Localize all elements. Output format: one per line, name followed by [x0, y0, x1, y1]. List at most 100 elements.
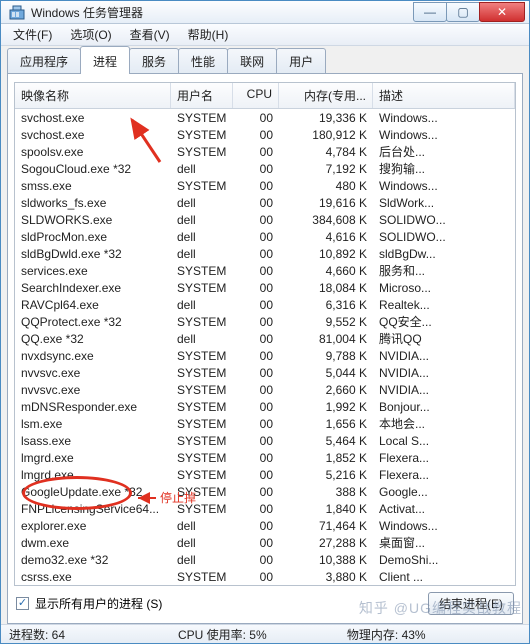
- end-process-button[interactable]: 结束进程(E): [428, 592, 514, 615]
- table-row[interactable]: QQ.exe *32dell0081,004 K腾讯QQ: [15, 330, 515, 347]
- cell-mem: 19,336 K: [279, 111, 373, 125]
- menu-file[interactable]: 文件(F): [5, 24, 60, 45]
- table-row[interactable]: lsass.exeSYSTEM005,464 KLocal S...: [15, 432, 515, 449]
- cell-cpu: 00: [233, 485, 279, 499]
- table-row[interactable]: QQProtect.exe *32SYSTEM009,552 KQQ安全...: [15, 313, 515, 330]
- cell-cpu: 00: [233, 502, 279, 516]
- cell-name: smss.exe: [15, 179, 171, 193]
- column-headers[interactable]: 映像名称 用户名 CPU 内存(专用... 描述: [15, 83, 515, 109]
- table-row[interactable]: svchost.exeSYSTEM0019,336 KWindows...: [15, 109, 515, 126]
- process-list[interactable]: 映像名称 用户名 CPU 内存(专用... 描述 svchost.exeSYST…: [14, 82, 516, 586]
- cell-cpu: 00: [233, 196, 279, 210]
- cell-desc: Windows...: [373, 111, 515, 125]
- menubar: 文件(F) 选项(O) 查看(V) 帮助(H): [1, 24, 529, 46]
- close-button[interactable]: ✕: [479, 2, 525, 22]
- col-description[interactable]: 描述: [373, 83, 515, 108]
- cell-user: SYSTEM: [171, 179, 233, 193]
- cell-desc: 腾讯QQ: [373, 330, 515, 347]
- cell-mem: 7,192 K: [279, 162, 373, 176]
- cell-desc: SOLIDWO...: [373, 230, 515, 244]
- table-row[interactable]: lsm.exeSYSTEM001,656 K本地会...: [15, 415, 515, 432]
- tab-applications[interactable]: 应用程序: [7, 48, 81, 74]
- cell-mem: 19,616 K: [279, 196, 373, 210]
- col-cpu[interactable]: CPU: [233, 83, 279, 108]
- table-row[interactable]: lmgrd.exeSYSTEM005,216 KFlexera...: [15, 466, 515, 483]
- table-row[interactable]: dwm.exedell0027,288 K桌面窗...: [15, 534, 515, 551]
- tab-users[interactable]: 用户: [276, 48, 326, 74]
- table-row[interactable]: svchost.exeSYSTEM00180,912 KWindows...: [15, 126, 515, 143]
- table-row[interactable]: demo32.exe *32dell0010,388 KDemoShi...: [15, 551, 515, 568]
- table-row[interactable]: explorer.exedell0071,464 KWindows...: [15, 517, 515, 534]
- status-memory: 物理内存: 43%: [347, 626, 516, 643]
- cell-mem: 10,892 K: [279, 247, 373, 261]
- table-row[interactable]: sldBgDwld.exe *32dell0010,892 KsldBgDw..…: [15, 245, 515, 262]
- col-user[interactable]: 用户名: [171, 83, 233, 108]
- col-memory[interactable]: 内存(专用...: [279, 83, 373, 108]
- table-row[interactable]: RAVCpl64.exedell006,316 KRealtek...: [15, 296, 515, 313]
- cell-desc: NVIDIA...: [373, 383, 515, 397]
- table-row[interactable]: nvvsvc.exeSYSTEM002,660 KNVIDIA...: [15, 381, 515, 398]
- menu-help[interactable]: 帮助(H): [180, 24, 237, 45]
- cell-user: SYSTEM: [171, 366, 233, 380]
- tab-performance[interactable]: 性能: [178, 48, 228, 74]
- table-row[interactable]: lmgrd.exeSYSTEM001,852 KFlexera...: [15, 449, 515, 466]
- table-row[interactable]: nvxdsync.exeSYSTEM009,788 KNVIDIA...: [15, 347, 515, 364]
- cell-mem: 81,004 K: [279, 332, 373, 346]
- cell-user: dell: [171, 553, 233, 567]
- cell-cpu: 00: [233, 128, 279, 142]
- cell-name: dwm.exe: [15, 536, 171, 550]
- cell-desc: Windows...: [373, 179, 515, 193]
- titlebar[interactable]: Windows 任务管理器 — ▢ ✕: [1, 1, 529, 24]
- cell-name: sldworks_fs.exe: [15, 196, 171, 210]
- cell-desc: 搜狗输...: [373, 160, 515, 177]
- table-row[interactable]: SearchIndexer.exeSYSTEM0018,084 KMicroso…: [15, 279, 515, 296]
- cell-mem: 480 K: [279, 179, 373, 193]
- table-row[interactable]: GoogleUpdate.exe *32SYSTEM00388 KGoogle.…: [15, 483, 515, 500]
- cell-user: SYSTEM: [171, 468, 233, 482]
- cell-user: SYSTEM: [171, 485, 233, 499]
- cell-desc: Windows...: [373, 519, 515, 533]
- cell-mem: 4,616 K: [279, 230, 373, 244]
- cell-user: SYSTEM: [171, 417, 233, 431]
- col-image-name[interactable]: 映像名称: [15, 83, 171, 108]
- minimize-button[interactable]: —: [413, 2, 447, 22]
- cell-mem: 27,288 K: [279, 536, 373, 550]
- table-row[interactable]: spoolsv.exeSYSTEM004,784 K后台处...: [15, 143, 515, 160]
- cell-desc: Flexera...: [373, 451, 515, 465]
- menu-options[interactable]: 选项(O): [62, 24, 119, 45]
- table-row[interactable]: services.exeSYSTEM004,660 K服务和...: [15, 262, 515, 279]
- cell-mem: 180,912 K: [279, 128, 373, 142]
- table-row[interactable]: sldProcMon.exedell004,616 KSOLIDWO...: [15, 228, 515, 245]
- tab-networking[interactable]: 联网: [227, 48, 277, 74]
- cell-desc: Flexera...: [373, 468, 515, 482]
- table-row[interactable]: sldworks_fs.exedell0019,616 KSldWork...: [15, 194, 515, 211]
- cell-mem: 1,840 K: [279, 502, 373, 516]
- table-row[interactable]: SogouCloud.exe *32dell007,192 K搜狗输...: [15, 160, 515, 177]
- show-all-users-checkbox[interactable]: ✓: [16, 597, 29, 610]
- cell-name: SogouCloud.exe *32: [15, 162, 171, 176]
- tab-services[interactable]: 服务: [129, 48, 179, 74]
- tab-processes[interactable]: 进程: [80, 46, 130, 74]
- cell-cpu: 00: [233, 417, 279, 431]
- cell-mem: 18,084 K: [279, 281, 373, 295]
- menu-view[interactable]: 查看(V): [122, 24, 178, 45]
- table-row[interactable]: mDNSResponder.exeSYSTEM001,992 KBonjour.…: [15, 398, 515, 415]
- cell-cpu: 00: [233, 434, 279, 448]
- cell-cpu: 00: [233, 400, 279, 414]
- table-row[interactable]: SLDWORKS.exedell00384,608 KSOLIDWO...: [15, 211, 515, 228]
- tabstrip: 应用程序 进程 服务 性能 联网 用户: [1, 46, 529, 74]
- cell-user: dell: [171, 536, 233, 550]
- table-row[interactable]: csrss.exeSYSTEM003,880 KClient ...: [15, 568, 515, 585]
- maximize-button[interactable]: ▢: [446, 2, 480, 22]
- cell-name: lsm.exe: [15, 417, 171, 431]
- table-row[interactable]: nvvsvc.exeSYSTEM005,044 KNVIDIA...: [15, 364, 515, 381]
- cell-mem: 1,992 K: [279, 400, 373, 414]
- cell-mem: 1,852 K: [279, 451, 373, 465]
- cell-name: services.exe: [15, 264, 171, 278]
- table-row[interactable]: FNPLicensingService64...SYSTEM001,840 KA…: [15, 500, 515, 517]
- statusbar: 进程数: 64 CPU 使用率: 5% 物理内存: 43%: [1, 624, 529, 643]
- cell-user: SYSTEM: [171, 281, 233, 295]
- cell-user: dell: [171, 519, 233, 533]
- table-row[interactable]: smss.exeSYSTEM00480 KWindows...: [15, 177, 515, 194]
- task-manager-window: Windows 任务管理器 — ▢ ✕ 文件(F) 选项(O) 查看(V) 帮助…: [0, 0, 530, 644]
